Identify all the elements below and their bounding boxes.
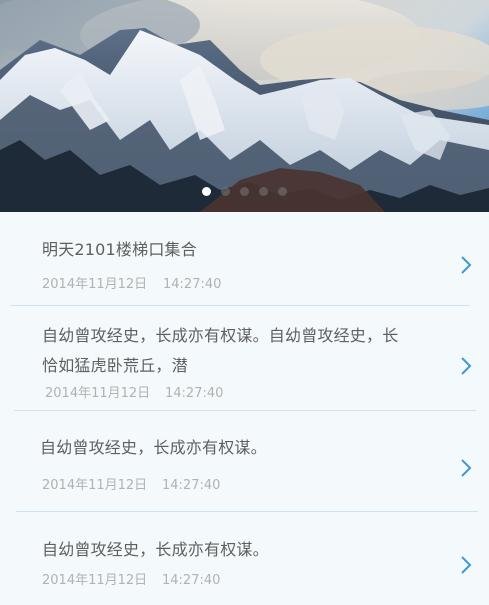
chevron-right-icon[interactable] xyxy=(459,255,473,275)
item-date: 2014年11月12日 xyxy=(42,573,148,588)
item-time: 14:27:40 xyxy=(163,277,222,292)
item-title-line-2: 恰如猛虎卧荒丘，潜 xyxy=(42,356,188,375)
chevron-right-icon[interactable] xyxy=(459,458,473,478)
carousel-dot-4[interactable] xyxy=(259,187,268,196)
carousel-dot-5[interactable] xyxy=(278,187,287,196)
list-item[interactable]: 明天2101楼梯口集合 2014年11月12日 14:27:40 xyxy=(0,212,489,305)
list-item[interactable]: 自幼曾攻经史，长成亦有权谋。自幼曾攻经史，长 恰如猛虎卧荒丘，潜 2014年11… xyxy=(0,306,489,410)
hero-banner[interactable] xyxy=(0,0,489,212)
carousel-indicator xyxy=(0,187,489,197)
chevron-right-icon[interactable] xyxy=(459,356,473,376)
item-date: 2014年11月12日 xyxy=(42,277,148,292)
chevron-right-icon[interactable] xyxy=(459,555,473,575)
list-item[interactable]: 自幼曾攻经史，长成亦有权谋。 2014年11月12日 14:27:40 xyxy=(0,512,489,605)
list-item[interactable]: 自幼曾攻经史，长成亦有权谋。 2014年11月12日 14:27:40 xyxy=(0,411,489,511)
item-time: 14:27:40 xyxy=(165,386,224,401)
snow-mountain-image xyxy=(0,0,489,212)
message-list: 明天2101楼梯口集合 2014年11月12日 14:27:40 自幼曾攻经史，… xyxy=(0,212,489,605)
carousel-dot-3[interactable] xyxy=(240,187,249,196)
carousel-dot-2[interactable] xyxy=(221,187,230,196)
carousel-dot-1[interactable] xyxy=(202,187,211,196)
item-title-line-1: 自幼曾攻经史，长成亦有权谋。自幼曾攻经史，长 xyxy=(42,326,399,345)
item-title: 自幼曾攻经史，长成亦有权谋。 xyxy=(42,540,269,559)
item-time: 14:27:40 xyxy=(162,573,221,588)
item-title: 自幼曾攻经史，长成亦有权谋。 xyxy=(40,438,267,457)
item-time: 14:27:40 xyxy=(162,478,221,493)
item-title: 明天2101楼梯口集合 xyxy=(42,240,197,259)
item-date: 2014年11月12日 xyxy=(42,478,148,493)
item-date: 2014年11月12日 xyxy=(45,386,151,401)
